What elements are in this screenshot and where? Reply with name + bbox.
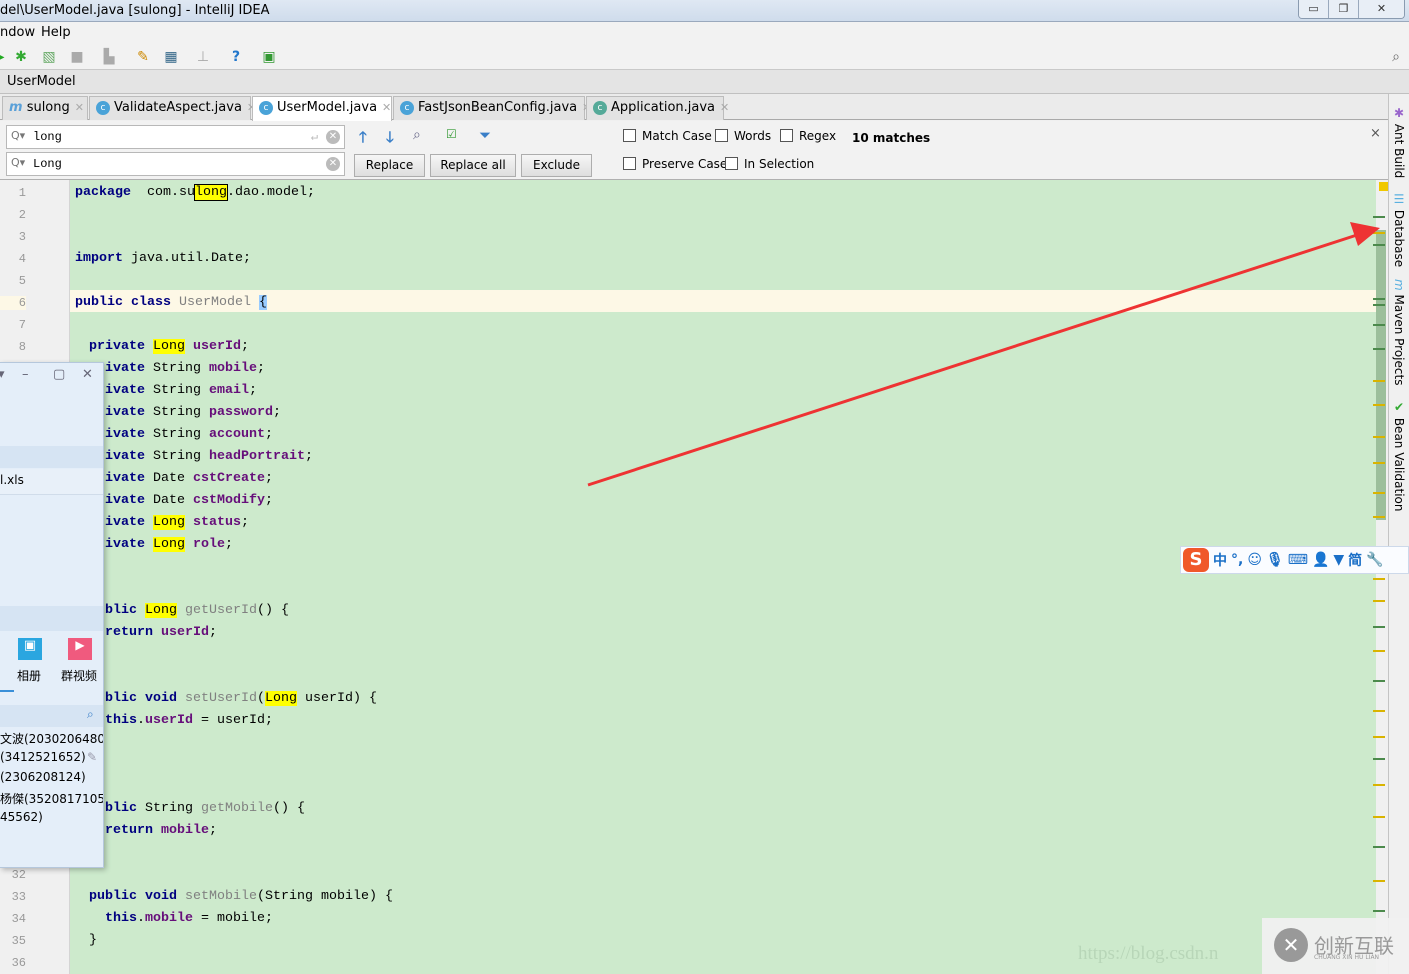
minimize-icon[interactable]: – [22, 367, 29, 382]
app-row: ▣ 相册 ▶ 群视频 [0, 636, 103, 686]
brand-sub: CHUANG XIN HU LIAN [1314, 954, 1380, 961]
popup-titlebar: ▾ – ▢ ✕ [0, 367, 103, 387]
simplified-toggle[interactable]: 简 [1348, 550, 1362, 570]
edit-icon[interactable]: ✎ [87, 750, 97, 764]
contact-item[interactable]: 45562) [0, 810, 103, 824]
chinese-mode-toggle[interactable]: 中 [1213, 550, 1227, 570]
punctuation-toggle[interactable]: °, [1231, 552, 1243, 568]
sogou-logo-icon[interactable]: S [1183, 548, 1209, 572]
contact-item[interactable]: 杨傑(3520817105) [0, 790, 103, 807]
microphone-icon[interactable]: 🎙 [1266, 552, 1284, 568]
contact-search-bar[interactable]: ⌕ [0, 705, 103, 727]
arrow-head [1350, 222, 1380, 246]
dropdown-icon[interactable]: ▾ [0, 367, 5, 382]
chat-window-popup: ▾ – ▢ ✕ l.xls ▣ 相册 ▶ 群视频 ⌕ 文波(2030206480… [0, 362, 104, 868]
user-icon[interactable]: 👤 [1312, 552, 1329, 568]
arrow-shaft [587, 232, 1361, 487]
file-item[interactable]: l.xls [0, 469, 103, 495]
contact-item[interactable]: 文波(2030206480) [0, 730, 103, 747]
popup-band [0, 446, 103, 468]
contact-name: (3412521652) [0, 750, 86, 764]
contact-item[interactable]: (2306208124) [0, 770, 103, 784]
photo-album-label[interactable]: 相册 [17, 667, 41, 684]
page-indicator [0, 690, 14, 692]
emoji-icon[interactable]: ☺ [1247, 552, 1262, 568]
annotation-arrow [587, 222, 1380, 487]
search-icon[interactable]: ⌕ [87, 707, 94, 722]
group-video-icon[interactable]: ▶ [68, 638, 92, 660]
popup-band [0, 606, 103, 631]
watermark-url: https://blog.csdn.n [1078, 943, 1219, 964]
group-video-label[interactable]: 群视频 [61, 667, 97, 684]
brand-logo-icon: ✕ [1274, 928, 1308, 962]
keyboard-icon[interactable]: ⌨ [1288, 552, 1308, 568]
watermark-logo: ✕ 创新互联 CHUANG XIN HU LIAN [1262, 918, 1409, 974]
contact-item[interactable]: (3412521652) ✎ [0, 750, 103, 764]
maximize-icon[interactable]: ▢ [53, 367, 65, 382]
sogou-ime-toolbar: S 中 °, ☺ 🎙 ⌨ 👤 ▼ 简 🔧 [1180, 546, 1409, 574]
skin-icon[interactable]: ▼ [1333, 552, 1344, 568]
wrench-icon[interactable]: 🔧 [1366, 552, 1383, 568]
photo-album-icon[interactable]: ▣ [18, 638, 42, 660]
close-icon[interactable]: ✕ [82, 367, 93, 382]
